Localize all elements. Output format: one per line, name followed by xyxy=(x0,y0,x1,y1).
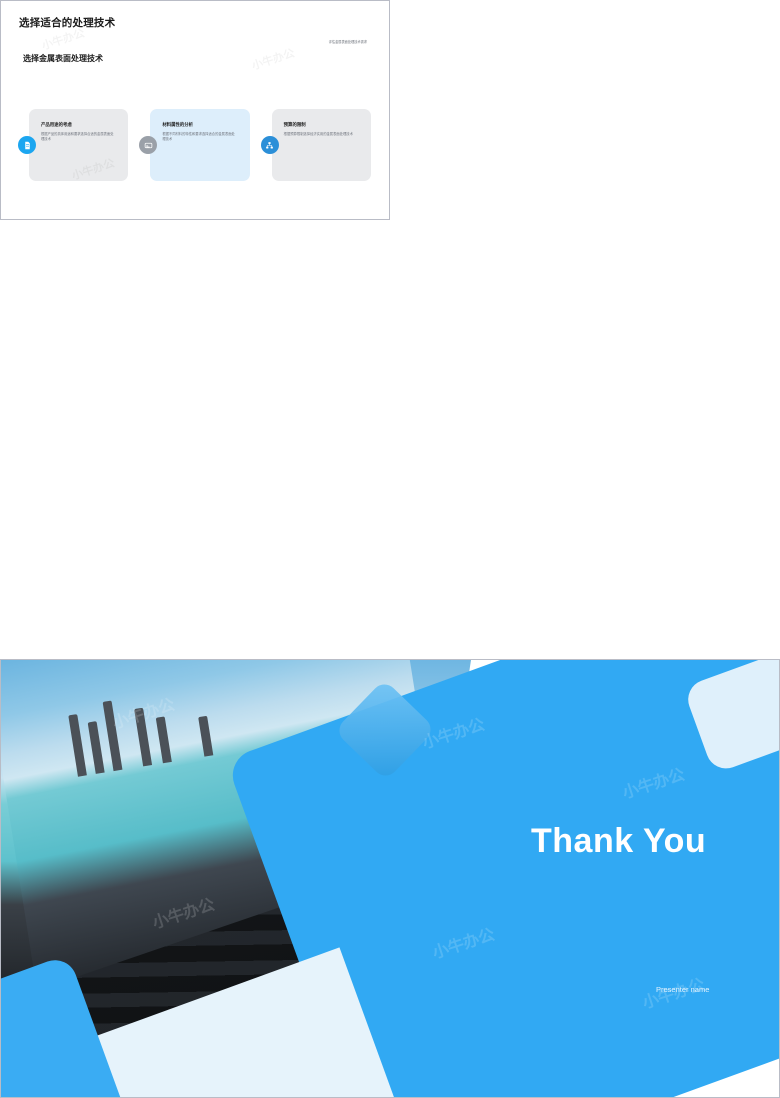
document-icon xyxy=(18,136,36,154)
slide-6[interactable]: 选择适合的处理技术 评估金属表面处理技术需求 选择金属表面处理技术 产品用途的考… xyxy=(0,0,390,220)
slide-6-subtitle: 选择金属表面处理技术 xyxy=(23,54,103,63)
step-desc: 根据不同材料的特性和要求选择适合的金属表面处理技术 xyxy=(162,132,235,142)
step-item[interactable]: 产品用途的考虑 根据产品的具体用途和要求选择合适的金属表面处理技术 xyxy=(18,109,129,181)
step-row: 产品用途的考虑 根据产品的具体用途和要求选择合适的金属表面处理技术 材料属性的分… xyxy=(18,109,371,181)
slide-6-note: 评估金属表面处理技术需求 xyxy=(328,40,367,44)
step-item[interactable]: 预算的限制 根据预算限制选择经济实用的金属表面处理技术 xyxy=(260,109,371,181)
step-title: 产品用途的考虑 xyxy=(41,122,72,127)
slide-6-title: 选择适合的处理技术 xyxy=(19,17,116,29)
presenter-name: Presenter name xyxy=(656,985,710,994)
step-item[interactable]: 材料属性的分析 根据不同材料的特性和要求选择适合的金属表面处理技术 xyxy=(139,109,250,181)
step-title: 预算的限制 xyxy=(283,122,306,127)
network-icon xyxy=(260,136,279,154)
step-desc: 根据预算限制选择经济实用的金属表面处理技术 xyxy=(283,132,353,136)
presentation-sheet: 降低维护成本 - 高效节约，成本降低 降低维护成本 通过金属表面处理技术，工业机… xyxy=(0,0,780,1098)
card-icon xyxy=(139,136,158,154)
step-title: 材料属性的分析 xyxy=(162,122,194,127)
step-desc: 根据产品的具体用途和要求选择合适的金属表面处理技术 xyxy=(41,132,114,142)
watermark: 小牛办公 xyxy=(250,45,297,74)
thank-you-title: Thank You xyxy=(531,822,707,860)
slide-thank-you[interactable]: Thank You Presenter name 小牛办公 小牛办公 小牛办公 … xyxy=(0,659,780,1098)
